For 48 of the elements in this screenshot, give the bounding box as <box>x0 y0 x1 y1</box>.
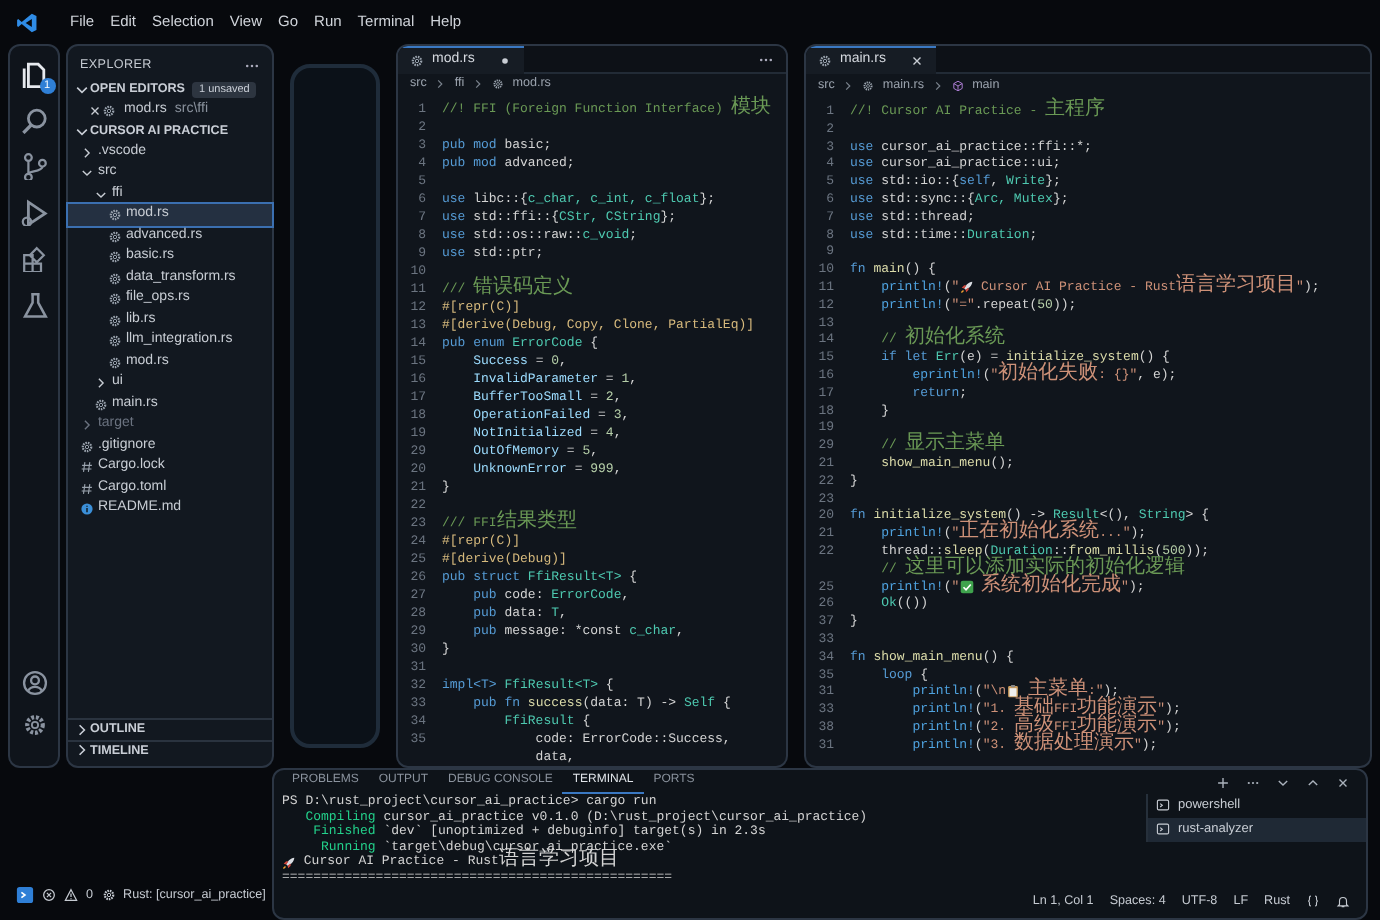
check-mark-icon <box>959 579 974 594</box>
settings-icon[interactable] <box>21 712 47 738</box>
chevron-right-icon <box>932 79 945 91</box>
files-icon[interactable] <box>20 59 48 87</box>
app-logo-icon[interactable] <box>16 11 38 33</box>
rust-file-icon <box>862 79 875 91</box>
search-icon[interactable] <box>20 105 48 133</box>
source-control-icon[interactable] <box>20 151 48 179</box>
flask-icon[interactable] <box>20 289 48 317</box>
chevron-right-icon <box>94 376 108 391</box>
bell-icon[interactable] <box>1336 893 1350 908</box>
chevron-right-icon <box>472 77 485 90</box>
chevron-down-icon <box>74 123 90 140</box>
symbol-icon <box>952 79 965 91</box>
chevron-down-icon[interactable] <box>1276 775 1290 789</box>
close-icon[interactable] <box>1336 775 1350 789</box>
gitignore-file-icon <box>80 439 94 454</box>
config-file-icon <box>80 460 94 475</box>
chevron-down-icon <box>74 81 90 98</box>
account-icon[interactable] <box>21 670 47 696</box>
chevron-right-icon <box>80 418 94 433</box>
close-icon[interactable] <box>909 54 924 68</box>
terminal-icon <box>1156 822 1170 837</box>
gear-icon <box>101 887 116 902</box>
remote-icon[interactable] <box>16 885 34 904</box>
unsaved-dot-icon[interactable] <box>498 54 513 68</box>
clipboard-icon <box>1006 684 1021 699</box>
chevron-right-icon <box>842 79 855 91</box>
info-file-icon <box>80 502 94 517</box>
new-terminal-icon[interactable] <box>1216 775 1230 789</box>
close-icon[interactable] <box>88 103 102 118</box>
chevron-right-icon <box>434 77 447 90</box>
rust-file-icon <box>410 54 424 68</box>
rust-file-icon <box>94 397 108 412</box>
warning-icon[interactable] <box>64 887 78 902</box>
extensions-icon[interactable] <box>20 243 48 271</box>
config-file-icon <box>80 481 94 496</box>
terminal-icon <box>1156 798 1170 813</box>
rust-file-icon <box>818 54 832 68</box>
run-debug-icon[interactable] <box>20 197 48 225</box>
rust-file-icon <box>492 77 505 90</box>
rust-file-icon <box>102 103 116 118</box>
chevron-up-icon[interactable] <box>1306 775 1320 789</box>
error-icon[interactable] <box>42 887 56 902</box>
rocket-icon <box>959 279 974 294</box>
chevron-right-icon <box>80 145 94 160</box>
braces-icon[interactable] <box>1306 893 1320 908</box>
rocket-icon <box>282 855 296 870</box>
